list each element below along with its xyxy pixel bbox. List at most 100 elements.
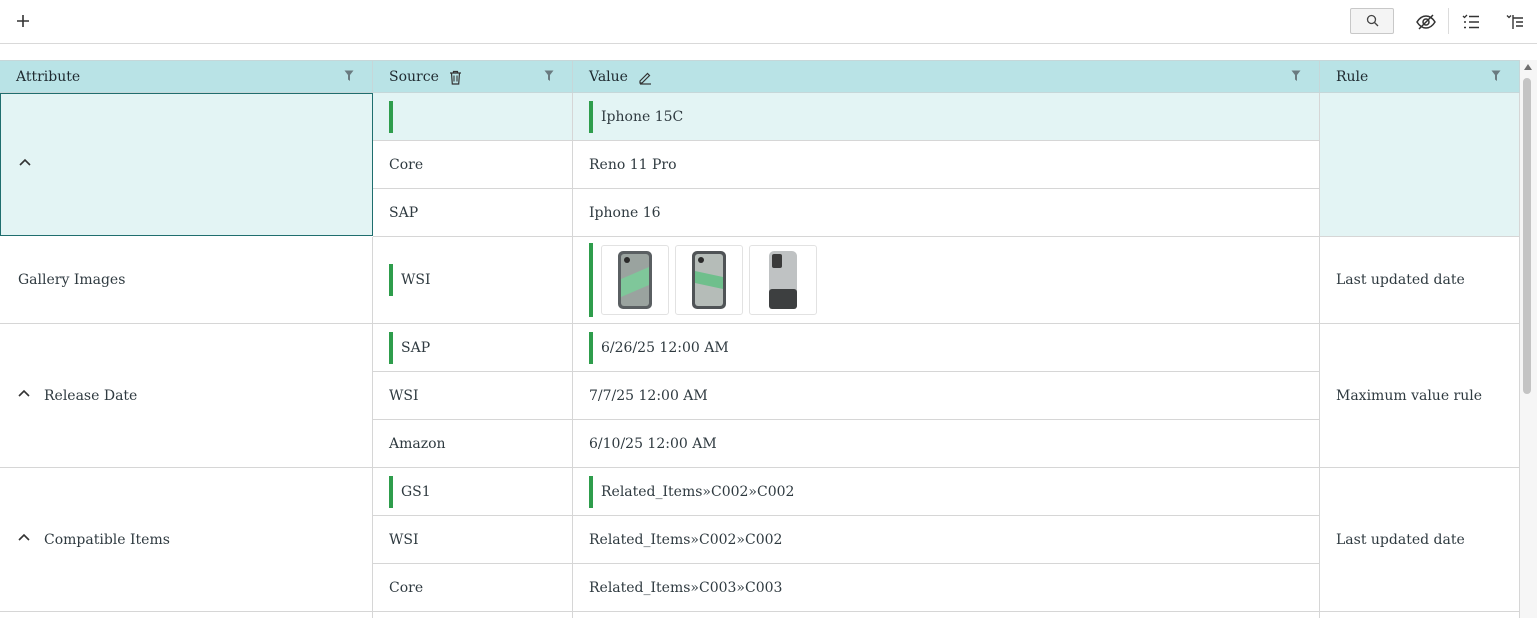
- value-text: 6/26/25 12:00 AM: [601, 339, 729, 356]
- search-button[interactable]: [1350, 8, 1394, 34]
- attribute-cell[interactable]: Gallery Images: [0, 237, 373, 324]
- column-label: Source: [389, 69, 439, 85]
- source-name: WSI: [389, 387, 419, 404]
- column-label: Rule: [1336, 69, 1369, 85]
- value-cell[interactable]: 7/7/25 12:00 AM: [573, 372, 1320, 420]
- trash-icon[interactable]: [449, 70, 462, 85]
- winner-indicator: [589, 475, 593, 508]
- value-cell[interactable]: 6/10/25 12:00 AM: [573, 420, 1320, 468]
- scroll-up-arrow-icon[interactable]: [1524, 64, 1532, 70]
- column-label: Value: [589, 69, 628, 85]
- value-cell[interactable]: 6/26/25 12:00 AM: [573, 324, 1320, 372]
- source-cell[interactable]: Core: [373, 564, 573, 612]
- value-cell[interactable]: Iphone 16: [573, 189, 1320, 237]
- tree-list-icon[interactable]: [1502, 9, 1528, 35]
- search-icon: [1366, 12, 1379, 31]
- rule-cell[interactable]: Last updated date: [1320, 237, 1520, 324]
- source-cell[interactable]: [373, 93, 573, 141]
- value-cell[interactable]: Iphone 15C: [573, 93, 1320, 141]
- value-text: Iphone 16: [589, 204, 661, 221]
- toolbar-divider: [1448, 8, 1449, 34]
- phone-image-thumbnail[interactable]: [601, 245, 669, 315]
- phone-image-thumbnail[interactable]: [749, 245, 817, 315]
- winner-indicator: [389, 264, 393, 296]
- column-header-value[interactable]: Value: [573, 61, 1320, 93]
- attribute-cell[interactable]: Release Date: [0, 324, 373, 468]
- rule-cell[interactable]: Last updated date: [1320, 468, 1520, 612]
- rule-text: Last updated date: [1336, 531, 1465, 548]
- winner-indicator: [389, 331, 393, 364]
- source-cell[interactable]: WSI: [373, 372, 573, 420]
- grid-body: Iphone 15C Core Reno 11 Pro SAP Iphone 1…: [0, 93, 1520, 618]
- source-name: SAP: [389, 204, 419, 221]
- plus-icon[interactable]: [12, 10, 34, 32]
- grid-header: Attribute Source Value Rule: [0, 60, 1520, 93]
- column-label: Attribute: [16, 69, 81, 85]
- source-cell[interactable]: Core: [373, 141, 573, 189]
- value-text: 6/10/25 12:00 AM: [589, 435, 717, 452]
- attribute-cell[interactable]: [0, 93, 373, 236]
- phone-image-icon: [769, 251, 797, 309]
- chevron-up-icon[interactable]: [18, 389, 32, 403]
- phone-image-icon: [692, 251, 726, 309]
- rule-cell[interactable]: Maximum value rule: [1320, 324, 1520, 468]
- filter-icon[interactable]: [544, 70, 558, 84]
- scrollbar-thumb[interactable]: [1523, 78, 1531, 394]
- phone-image-thumbnail[interactable]: [675, 245, 743, 315]
- chevron-up-icon[interactable]: [19, 158, 33, 172]
- column-header-attribute[interactable]: Attribute: [0, 61, 373, 93]
- value-text: 7/7/25 12:00 AM: [589, 387, 708, 404]
- value-cell[interactable]: Reno 11 Pro: [573, 141, 1320, 189]
- image-gallery: [601, 245, 817, 315]
- rule-cell[interactable]: [1320, 93, 1520, 237]
- source-name: WSI: [389, 531, 419, 548]
- list-icon[interactable]: [1458, 9, 1484, 35]
- winner-indicator: [589, 331, 593, 364]
- source-name: Core: [389, 579, 424, 596]
- source-cell[interactable]: WSI: [373, 516, 573, 564]
- filter-icon[interactable]: [1291, 70, 1305, 84]
- value-cell[interactable]: Related_Items»C002»C002: [573, 468, 1320, 516]
- rule-text: Last updated date: [1336, 272, 1465, 288]
- column-header-source[interactable]: Source: [373, 61, 573, 93]
- value-text: Reno 11 Pro: [589, 156, 677, 173]
- winner-indicator: [389, 475, 393, 508]
- data-grid: Attribute Source Value Rule Iphone 15C C…: [0, 60, 1520, 618]
- value-cell[interactable]: [573, 237, 1320, 324]
- source-cell[interactable]: SAP: [373, 324, 573, 372]
- filter-icon[interactable]: [1491, 70, 1505, 84]
- attribute-cell[interactable]: [0, 612, 373, 618]
- column-header-rule[interactable]: Rule: [1320, 61, 1520, 93]
- pencil-icon[interactable]: [638, 70, 653, 85]
- winner-indicator: [589, 243, 593, 317]
- source-cell[interactable]: GS1: [373, 468, 573, 516]
- source-cell[interactable]: [373, 612, 573, 618]
- rule-cell[interactable]: [1320, 612, 1520, 618]
- value-cell[interactable]: [573, 612, 1320, 618]
- source-name: SAP: [401, 339, 431, 356]
- winner-indicator: [589, 100, 593, 133]
- attribute-name: Compatible Items: [44, 531, 170, 548]
- eye-off-icon[interactable]: [1413, 9, 1439, 35]
- value-text: Related_Items»C002»C002: [601, 483, 795, 500]
- source-name: Amazon: [389, 435, 446, 452]
- chevron-up-icon[interactable]: [18, 533, 32, 547]
- source-name: WSI: [401, 272, 431, 288]
- source-cell[interactable]: WSI: [373, 237, 573, 324]
- toolbar: [0, 0, 1537, 44]
- value-cell[interactable]: Related_Items»C003»C003: [573, 564, 1320, 612]
- value-text: Related_Items»C002»C002: [589, 531, 783, 548]
- source-cell[interactable]: Amazon: [373, 420, 573, 468]
- filter-icon[interactable]: [344, 70, 358, 84]
- value-text: Iphone 15C: [601, 108, 684, 125]
- attribute-name: Gallery Images: [18, 272, 126, 288]
- source-name: GS1: [401, 483, 431, 500]
- attribute-name: Release Date: [44, 387, 138, 404]
- winner-indicator: [389, 100, 393, 133]
- vertical-scrollbar[interactable]: [1520, 60, 1537, 618]
- source-cell[interactable]: SAP: [373, 189, 573, 237]
- value-cell[interactable]: Related_Items»C002»C002: [573, 516, 1320, 564]
- value-text: Related_Items»C003»C003: [589, 579, 783, 596]
- rule-text: Maximum value rule: [1336, 387, 1483, 404]
- attribute-cell[interactable]: Compatible Items: [0, 468, 373, 612]
